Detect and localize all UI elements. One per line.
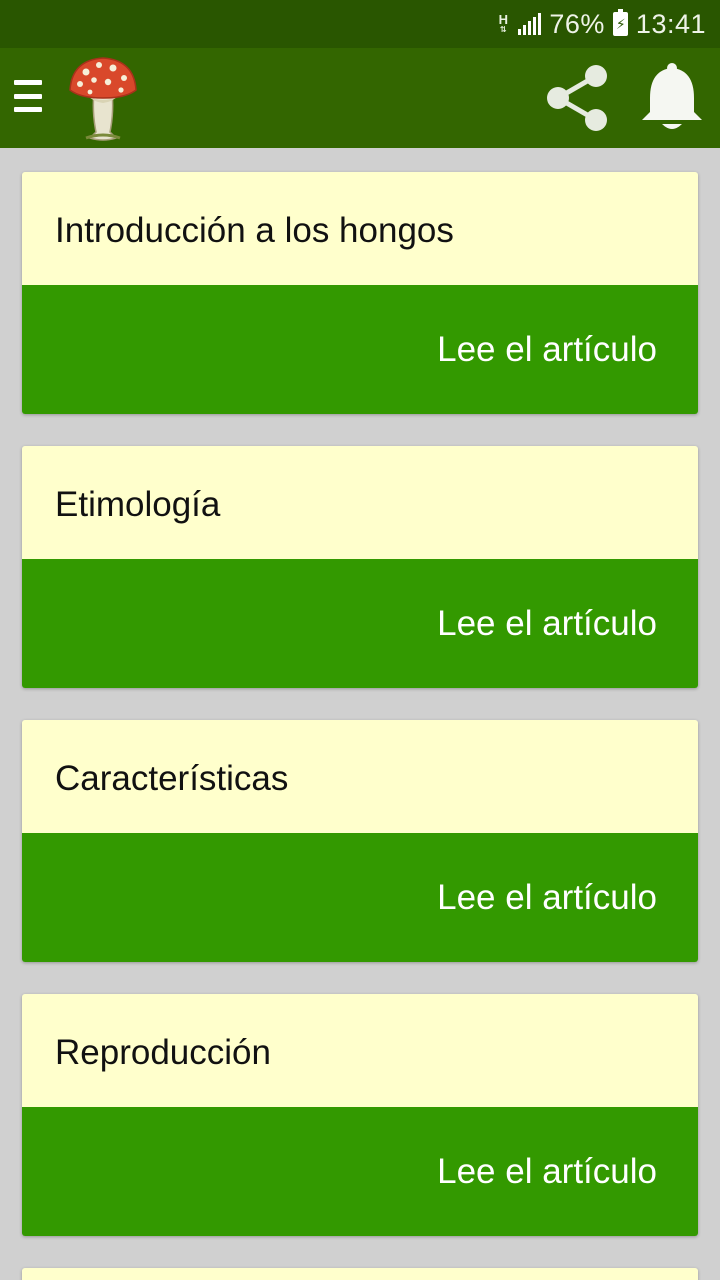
read-article-label: Lee el artículo xyxy=(437,603,657,643)
clock: 13:41 xyxy=(635,8,706,39)
signal-icon xyxy=(518,13,542,35)
mushroom-logo-icon xyxy=(69,57,137,141)
article-title-row: Etimología xyxy=(22,446,698,559)
article-card[interactable]: Etimología Lee el artículo xyxy=(22,446,698,688)
read-article-button[interactable]: Lee el artículo xyxy=(22,285,698,414)
article-title-row: Características xyxy=(22,720,698,833)
status-bar: H ⇅ 76% ⚡ 13:41 xyxy=(0,0,720,48)
bell-icon[interactable] xyxy=(636,58,708,138)
article-title-row: Introducción a los hongos xyxy=(22,172,698,285)
article-card-partial[interactable] xyxy=(22,1268,698,1280)
read-article-button[interactable]: Lee el artículo xyxy=(22,1107,698,1236)
article-title-row xyxy=(22,1268,698,1280)
article-title: Características xyxy=(55,758,289,798)
read-article-label: Lee el artículo xyxy=(437,877,657,917)
share-icon[interactable] xyxy=(540,60,616,136)
battery-charging-icon: ⚡ xyxy=(612,9,628,36)
article-list: Introducción a los hongos Lee el artícul… xyxy=(22,172,698,1280)
article-title-row: Reproducción xyxy=(22,994,698,1107)
app-bar xyxy=(0,48,720,148)
article-title: Etimología xyxy=(55,484,221,524)
network-type-icon: H ⇅ xyxy=(498,12,509,34)
read-article-label: Lee el artículo xyxy=(437,1151,657,1191)
article-title: Reproducción xyxy=(55,1032,271,1072)
article-title: Introducción a los hongos xyxy=(55,210,454,250)
article-card[interactable]: Características Lee el artículo xyxy=(22,720,698,962)
article-card[interactable]: Reproducción Lee el artículo xyxy=(22,994,698,1236)
battery-percent: 76% xyxy=(549,8,605,39)
article-card[interactable]: Introducción a los hongos Lee el artícul… xyxy=(22,172,698,414)
menu-icon[interactable] xyxy=(12,76,44,116)
read-article-label: Lee el artículo xyxy=(437,329,657,369)
read-article-button[interactable]: Lee el artículo xyxy=(22,833,698,962)
read-article-button[interactable]: Lee el artículo xyxy=(22,559,698,688)
